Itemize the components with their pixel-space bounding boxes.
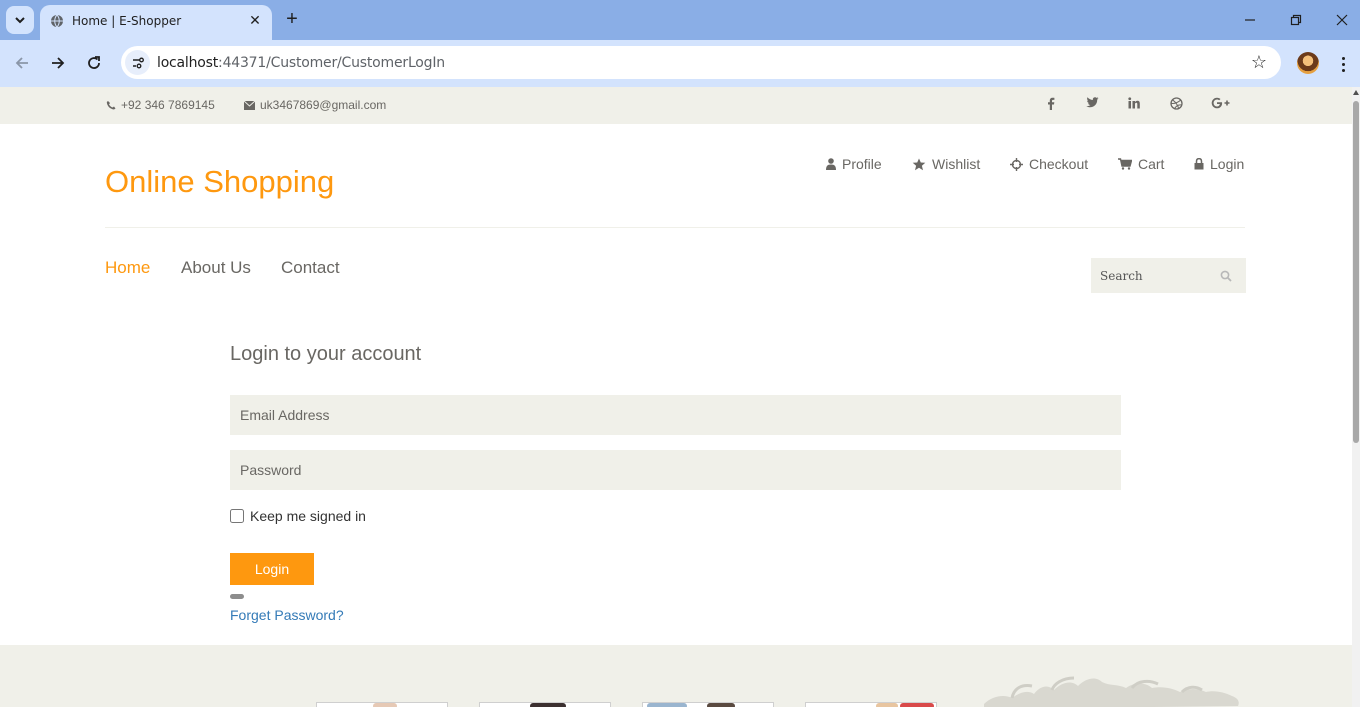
- close-icon: [1336, 14, 1348, 26]
- restore-icon: [1290, 14, 1302, 26]
- arrow-right-icon: [52, 57, 65, 69]
- account-nav-label: Wishlist: [932, 156, 981, 172]
- phone-icon: [106, 101, 116, 110]
- dribbble-icon[interactable]: [1166, 97, 1186, 110]
- account-nav-label: Checkout: [1029, 156, 1089, 172]
- bookmark-star-icon[interactable]: ☆: [1251, 52, 1267, 73]
- url-host: localhost: [157, 55, 219, 71]
- close-window-button[interactable]: [1330, 8, 1354, 32]
- url-path: :44371/Customer/CustomerLogIn: [218, 55, 445, 71]
- omnibox[interactable]: localhost:44371/Customer/CustomerLogIn ☆: [121, 46, 1281, 79]
- search-icon[interactable]: [1220, 270, 1232, 282]
- search-box: [1091, 258, 1246, 293]
- browser-menu-icon[interactable]: [1335, 52, 1351, 76]
- phone-contact[interactable]: +92 346 7869145: [106, 98, 215, 112]
- linkedin-icon[interactable]: [1124, 97, 1144, 109]
- login-button[interactable]: Login: [230, 553, 314, 585]
- star-icon: [912, 158, 926, 170]
- world-map-graphic: [984, 676, 1239, 707]
- header-top-strip: +92 346 7869145 uk3467869@gmail.com: [0, 87, 1352, 124]
- scrollbar-thumb[interactable]: [1353, 101, 1359, 443]
- crosshairs-icon: [1010, 157, 1023, 171]
- loading-indicator: [230, 594, 244, 599]
- envelope-icon: [244, 100, 255, 110]
- nav-contact[interactable]: Contact: [281, 258, 340, 278]
- lock-icon: [1194, 158, 1204, 170]
- back-button[interactable]: [10, 51, 34, 75]
- footer-video-thumbnail[interactable]: [316, 702, 448, 707]
- tab-search-button[interactable]: [6, 6, 34, 34]
- email-field[interactable]: [230, 395, 1121, 435]
- account-nav-wishlist[interactable]: Wishlist: [912, 156, 980, 172]
- page-viewport: +92 346 7869145 uk3467869@gmail.com Onli…: [0, 87, 1352, 707]
- forgot-password-link[interactable]: Forget Password?: [230, 607, 344, 623]
- password-field[interactable]: [230, 450, 1121, 490]
- address-toolbar: localhost:44371/Customer/CustomerLogIn ☆: [0, 40, 1360, 87]
- footer-video-thumbnail[interactable]: [805, 702, 937, 707]
- account-nav-login[interactable]: Login: [1194, 156, 1244, 172]
- footer-video-thumbnail[interactable]: [479, 702, 611, 707]
- minimize-icon: [1245, 19, 1255, 21]
- login-form-title: Login to your account: [230, 343, 422, 365]
- keep-signed-in-label: Keep me signed in: [250, 508, 366, 524]
- minimize-button[interactable]: [1238, 8, 1262, 32]
- keep-signed-in-option[interactable]: Keep me signed in: [230, 508, 366, 524]
- account-nav-label: Cart: [1138, 156, 1165, 172]
- reload-button[interactable]: [82, 51, 106, 75]
- account-nav-label: Login: [1210, 156, 1245, 172]
- forward-button[interactable]: [46, 51, 70, 75]
- nav-about-us[interactable]: About Us: [181, 258, 251, 278]
- browser-tab-bar: Home | E-Shopper ✕ +: [0, 0, 1360, 40]
- profile-avatar[interactable]: [1297, 52, 1319, 74]
- restore-button[interactable]: [1284, 8, 1308, 32]
- new-tab-button[interactable]: +: [282, 9, 302, 29]
- footer-video-thumbnail[interactable]: [642, 702, 774, 707]
- tune-icon: [132, 57, 144, 68]
- account-nav-checkout[interactable]: Checkout: [1010, 156, 1088, 172]
- site-logo[interactable]: Online Shopping: [105, 164, 334, 200]
- url-text[interactable]: localhost:44371/Customer/CustomerLogIn: [157, 55, 445, 71]
- page-scrollbar[interactable]: [1352, 87, 1360, 707]
- scroll-up-arrow-icon[interactable]: [1353, 90, 1359, 95]
- browser-tab[interactable]: Home | E-Shopper ✕: [40, 5, 272, 40]
- phone-number: +92 346 7869145: [121, 98, 215, 112]
- twitter-icon[interactable]: [1082, 97, 1102, 108]
- reload-icon: [88, 56, 100, 69]
- close-tab-icon[interactable]: ✕: [246, 11, 264, 29]
- email-address: uk3467869@gmail.com: [260, 98, 387, 112]
- nav-home[interactable]: Home: [105, 258, 150, 278]
- account-nav-profile[interactable]: Profile: [826, 156, 882, 172]
- search-input[interactable]: [1091, 258, 1221, 293]
- globe-icon: [51, 14, 63, 28]
- user-icon: [826, 158, 836, 170]
- footer-top: [0, 645, 1352, 707]
- chevron-down-icon: [15, 17, 25, 24]
- account-nav-cart[interactable]: Cart: [1118, 156, 1164, 172]
- tab-title: Home | E-Shopper: [72, 14, 182, 28]
- facebook-icon[interactable]: [1041, 97, 1061, 110]
- email-contact[interactable]: uk3467869@gmail.com: [244, 98, 386, 112]
- header-divider: [105, 227, 1245, 228]
- cart-icon: [1118, 158, 1132, 170]
- arrow-left-icon: [15, 57, 28, 69]
- keep-signed-in-checkbox[interactable]: [230, 509, 244, 523]
- account-nav-label: Profile: [842, 156, 882, 172]
- google-plus-icon[interactable]: [1211, 97, 1231, 109]
- site-info-button[interactable]: [125, 50, 150, 75]
